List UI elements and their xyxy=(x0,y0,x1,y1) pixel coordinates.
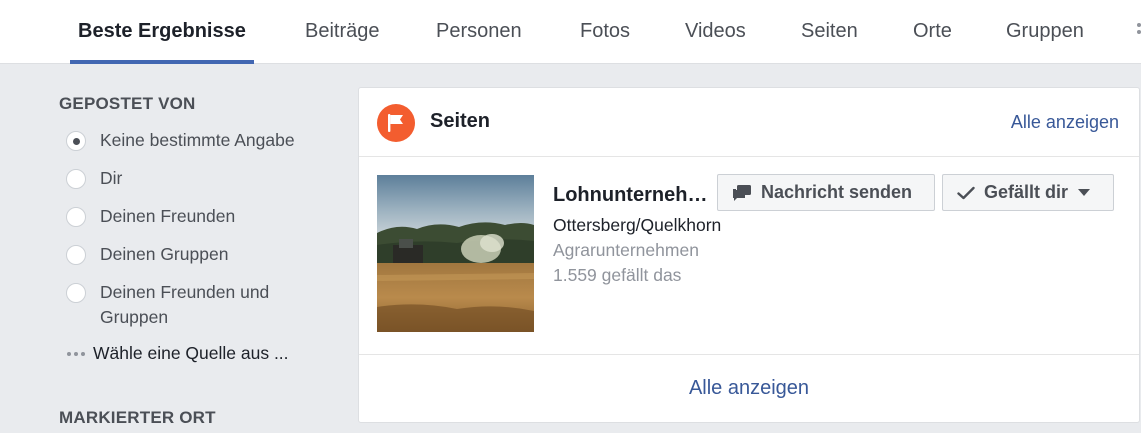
caret-down-icon xyxy=(1078,189,1091,196)
choose-source-link[interactable]: Wähle eine Quelle aus ... xyxy=(67,343,289,364)
more-dots-icon[interactable] xyxy=(1137,22,1141,42)
filter-option-label: Dir xyxy=(100,168,123,188)
page-name-link[interactable]: Lohnunternehmen xyxy=(553,184,713,207)
radio-icon[interactable] xyxy=(66,207,86,227)
liked-label: Gefällt dir xyxy=(984,182,1069,202)
tab-top-results[interactable]: Beste Ergebnisse xyxy=(70,0,254,64)
flag-icon xyxy=(377,104,415,142)
filter-option-any[interactable]: Keine bestimmte Angabe xyxy=(66,130,295,153)
tagged-location-heading: MARKIERTER ORT xyxy=(59,408,216,427)
filter-option-label: Deinen Freunden und Gruppen xyxy=(100,282,270,327)
card-footer: Alle anzeigen xyxy=(359,354,1139,422)
message-icon xyxy=(732,184,752,202)
tab-places[interactable]: Orte xyxy=(913,0,952,64)
tab-videos[interactable]: Videos xyxy=(685,0,746,64)
page-like-count: 1.559 gefällt das xyxy=(553,265,682,285)
page-location: Ottersberg/Quelkhorn xyxy=(553,215,722,235)
tab-people[interactable]: Personen xyxy=(436,0,522,64)
card-title: Seiten xyxy=(430,110,491,132)
send-message-button[interactable]: Nachricht senden xyxy=(717,174,935,211)
radio-checked-icon[interactable] xyxy=(66,131,86,151)
card-header: Seiten Alle anzeigen xyxy=(359,88,1139,157)
page-category: Agrarunternehmen xyxy=(553,240,699,260)
filter-option-label: Deinen Gruppen xyxy=(100,244,229,264)
radio-icon[interactable] xyxy=(66,169,86,189)
page-thumbnail[interactable] xyxy=(377,175,534,332)
more-dots-icon xyxy=(67,351,85,356)
filter-option-label: Deinen Freunden xyxy=(100,206,236,226)
tab-groups[interactable]: Gruppen xyxy=(1006,0,1084,64)
see-all-link-footer[interactable]: Alle anzeigen xyxy=(359,355,1139,422)
radio-icon[interactable] xyxy=(66,283,86,303)
filter-option-groups[interactable]: Deinen Gruppen xyxy=(66,244,229,267)
filter-option-friends[interactable]: Deinen Freunden xyxy=(66,206,236,229)
send-message-label: Nachricht senden xyxy=(761,182,913,202)
see-all-link-header[interactable]: Alle anzeigen xyxy=(1011,112,1119,133)
radio-icon[interactable] xyxy=(66,245,86,265)
filter-option-friends-and-groups[interactable]: Deinen Freunden und Gruppen xyxy=(66,282,306,330)
choose-source-label: Wähle eine Quelle aus ... xyxy=(93,343,289,363)
page-result: Lohnunternehmen Ottersberg/Quelkhorn Agr… xyxy=(377,174,1127,335)
posted-by-heading: GEPOSTET VON xyxy=(59,94,196,113)
tab-posts[interactable]: Beiträge xyxy=(305,0,380,64)
liked-button[interactable]: Gefällt dir xyxy=(942,174,1114,211)
tab-photos[interactable]: Fotos xyxy=(580,0,630,64)
filter-option-label: Keine bestimmte Angabe xyxy=(100,130,295,150)
tab-pages[interactable]: Seiten xyxy=(801,0,858,64)
checkmark-icon xyxy=(957,186,975,200)
pages-results-card: Seiten Alle anzeigen Lohnunternehmen Ott… xyxy=(358,87,1140,423)
filter-option-you[interactable]: Dir xyxy=(66,168,123,191)
search-tab-bar: Beste Ergebnisse Beiträge Personen Fotos… xyxy=(0,0,1141,64)
